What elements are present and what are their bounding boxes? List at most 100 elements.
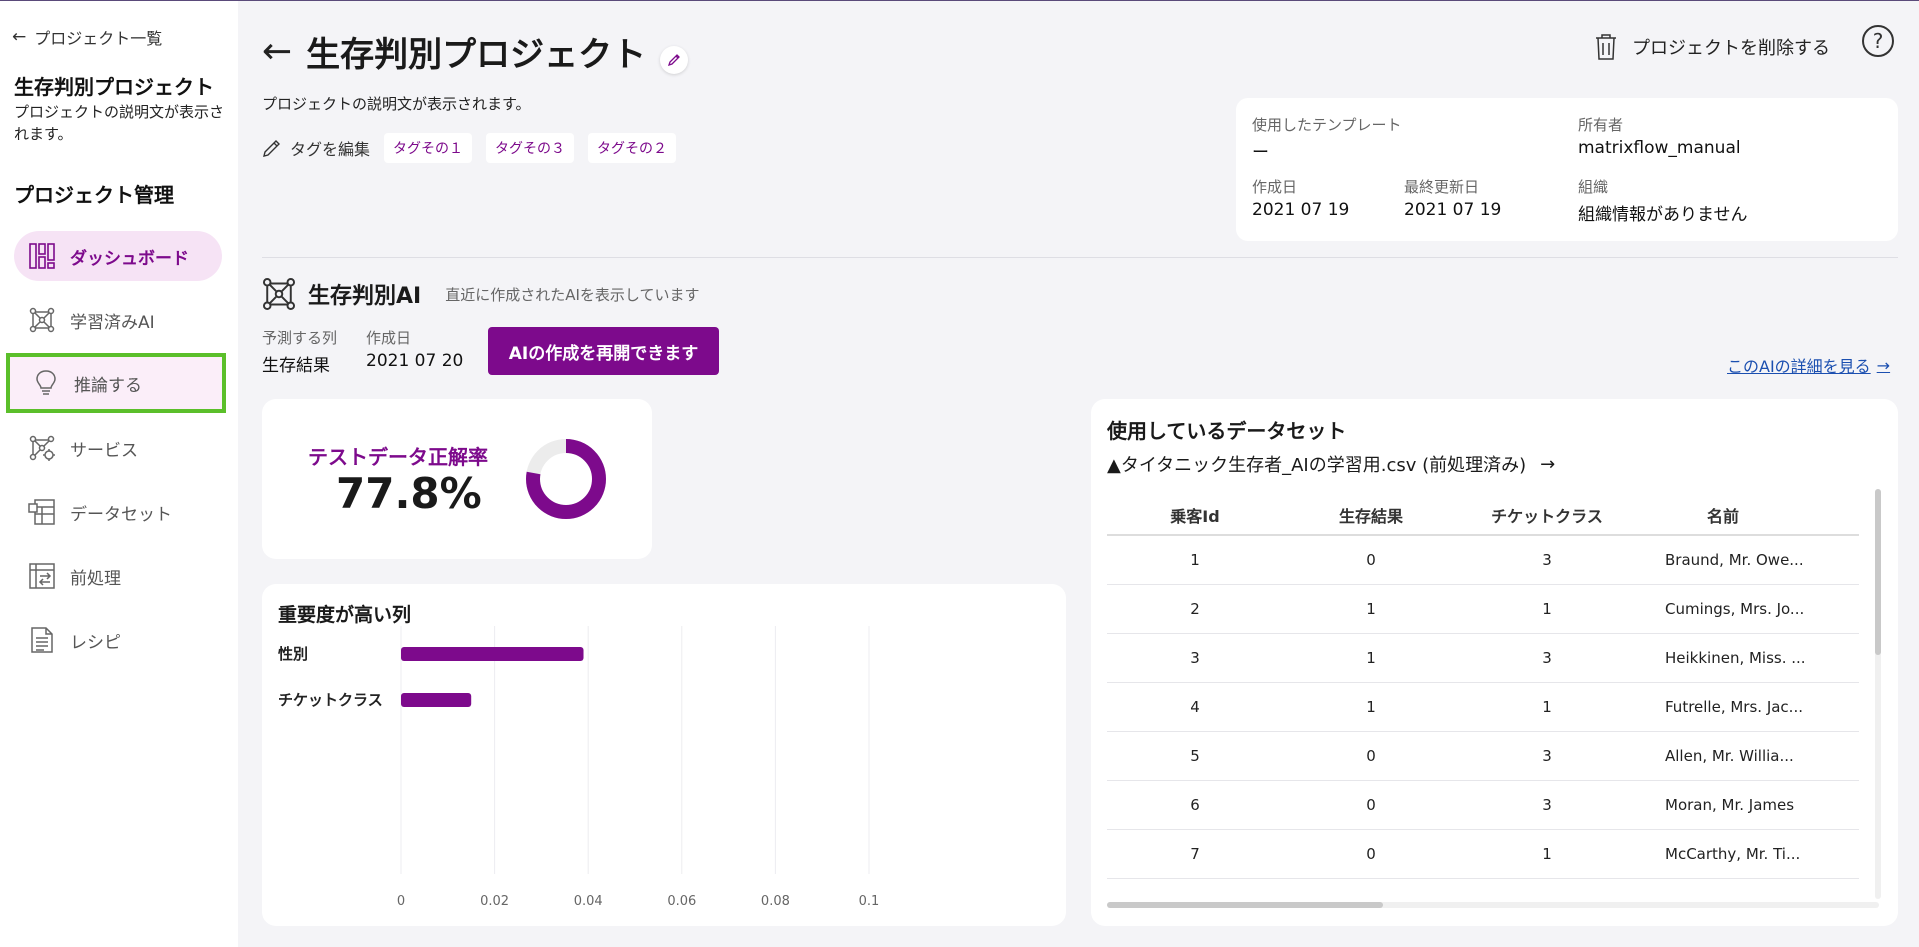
ai-detail-link-label: このAIの詳細を見る [1727,357,1871,376]
sidebar-item-label: サービス [70,440,138,461]
importance-chart: 0 0.02 0.04 0.06 0.08 0.1 性別チケットクラス [278,626,879,909]
lightbulb-icon [32,369,60,397]
service-icon [28,434,56,462]
column-header[interactable]: 生存結果 [1283,495,1459,536]
table-cell [1811,535,1859,585]
dataset-title: 使用しているデータセット [1107,419,1347,443]
x-tick-label: 0.08 [761,894,790,909]
tag-chip[interactable]: タグその３ [486,133,575,163]
table-cell: 1 [1283,633,1459,683]
table-cell [1811,829,1859,879]
dataset-file-link[interactable]: ▲タイタニック生存者_AIの学習用.csv (前処理済み) → [1107,451,1555,477]
table-cell [1811,682,1859,732]
table-cell: 1 [1107,535,1283,585]
sidebar-project-description: プロジェクトの説明文が表示されます。 [14,103,225,143]
table-cell: Allen, Mr. Willia... [1635,731,1811,781]
table-row: 5 0 3 Allen, Mr. Willia... [1107,731,1859,781]
table-row: 7 0 1 McCarthy, Mr. Ti... [1107,829,1859,879]
target-column-label: 予測する列 [262,329,338,347]
pencil-icon [263,140,280,157]
dataset-card: 使用しているデータセット ▲タイタニック生存者_AIの学習用.csv (前処理済… [1091,399,1898,926]
target-column-value: 生存結果 [262,356,330,376]
created-label: 作成日 [1252,178,1298,196]
sidebar-item-trained-ai[interactable]: 学習済みAI [14,295,222,345]
project-description: プロジェクトの説明文が表示されます。 [262,95,531,113]
ai-title: 生存判別AI [308,284,422,309]
ai-detail-link[interactable]: このAIの詳細を見る → [1727,353,1890,377]
importance-bar [401,693,472,707]
page-header: ← 生存判別プロジェクト [262,27,689,76]
sidebar-item-dashboard[interactable]: ダッシュボード [14,231,222,281]
arrow-right-icon: → [1876,355,1891,375]
organization-label: 組織 [1578,178,1609,196]
sidebar-item-recipe[interactable]: レシピ [14,615,222,665]
table-cell: Braund, Mr. Owe... [1635,535,1811,585]
tag-chip[interactable]: タグその１ [384,133,473,163]
organization-value: 組織情報がありません [1578,205,1748,225]
sidebar-item-inference[interactable]: 推論する [6,353,226,413]
scrollbar-thumb[interactable] [1875,489,1881,655]
table-cell: 4 [1107,682,1283,732]
dataset-file-name: ▲タイタニック生存者_AIの学習用.csv (前処理済み) [1107,455,1527,476]
sidebar-item-preprocess[interactable]: 前処理 [14,551,222,601]
ai-created-value: 2021 07 20 [366,351,464,371]
category-label: チケットクラス [278,691,383,709]
dashboard-icon [28,242,56,270]
accuracy-label: テストデータ正解率 [308,445,488,469]
back-link-label: プロジェクト一覧 [34,29,163,48]
help-icon[interactable]: ? [1862,25,1894,57]
table-header-row: 乗客Id 生存結果 チケットクラス 名前 [1107,495,1859,536]
tag-row: タグを編集 タグその１ タグその３ タグその２ [262,133,677,163]
project-meta-card: 使用したテンプレート ー 所有者 matrixflow_manual 作成日 2… [1236,98,1898,241]
table-cell: 3 [1459,780,1635,830]
table-row: 3 1 3 Heikkinen, Miss. ... [1107,633,1859,683]
edit-title-button[interactable] [660,45,689,74]
table-cell: 0 [1283,731,1459,781]
sidebar-item-label: データセット [70,504,172,525]
ai-created-label: 作成日 [366,329,412,347]
scrollbar-thumb[interactable] [1107,902,1383,908]
vertical-scrollbar[interactable] [1875,489,1881,899]
x-tick-label: 0.02 [480,894,509,909]
back-to-project-list-link[interactable]: ← プロジェクト一覧 [12,25,162,49]
owner-label: 所有者 [1578,116,1624,134]
table-row: 1 0 3 Braund, Mr. Owe... [1107,535,1859,585]
template-label: 使用したテンプレート [1252,116,1402,134]
network-icon [262,277,296,311]
table-cell: McCarthy, Mr. Ti... [1635,829,1811,879]
accuracy-card: テストデータ正解率 77.8% [262,399,652,559]
edit-tags-button[interactable]: タグを編集 [262,136,370,160]
x-tick-label: 0 [397,894,405,909]
divider [262,257,1898,258]
column-header[interactable]: チケットクラス [1459,495,1635,536]
table-cell: 6 [1107,780,1283,830]
horizontal-scrollbar[interactable] [1107,902,1879,908]
table-cell: 3 [1459,633,1635,683]
sidebar-item-dataset[interactable]: データセット [14,487,222,537]
created-value: 2021 07 19 [1252,200,1350,220]
column-header[interactable]: 名前 [1635,495,1811,536]
dataset-table: 乗客Id 生存結果 チケットクラス 名前 1 0 3 Braund, Mr. O… [1107,495,1859,879]
sidebar-item-service[interactable]: サービス [14,423,222,473]
table-cell [1811,633,1859,683]
back-arrow-icon[interactable]: ← [262,33,292,70]
table-cell: Moran, Mr. James [1635,780,1811,830]
table-cell: Cumings, Mrs. Jo... [1635,584,1811,634]
sidebar-section-title: プロジェクト管理 [14,183,174,207]
resume-ai-creation-button[interactable]: AIの作成を再開できます [488,327,719,375]
updated-value: 2021 07 19 [1404,200,1502,220]
table-cell: 1 [1459,584,1635,634]
delete-project-button[interactable]: プロジェクトを削除する [1594,33,1830,61]
sidebar-item-label: レシピ [70,632,121,653]
table-cell: Heikkinen, Miss. ... [1635,633,1811,683]
arrow-right-icon: → [1540,453,1556,475]
sidebar: ← プロジェクト一覧 生存判別プロジェクト プロジェクトの説明文が表示されます。… [0,1,238,947]
table-cell: 1 [1283,584,1459,634]
table-cell: 3 [1459,535,1635,585]
table-cell: 2 [1107,584,1283,634]
network-icon [28,306,56,334]
tag-chip[interactable]: タグその２ [588,133,677,163]
table-row: 6 0 3 Moran, Mr. James [1107,780,1859,830]
table-cell: 1 [1459,682,1635,732]
column-header[interactable]: 乗客Id [1107,495,1283,536]
